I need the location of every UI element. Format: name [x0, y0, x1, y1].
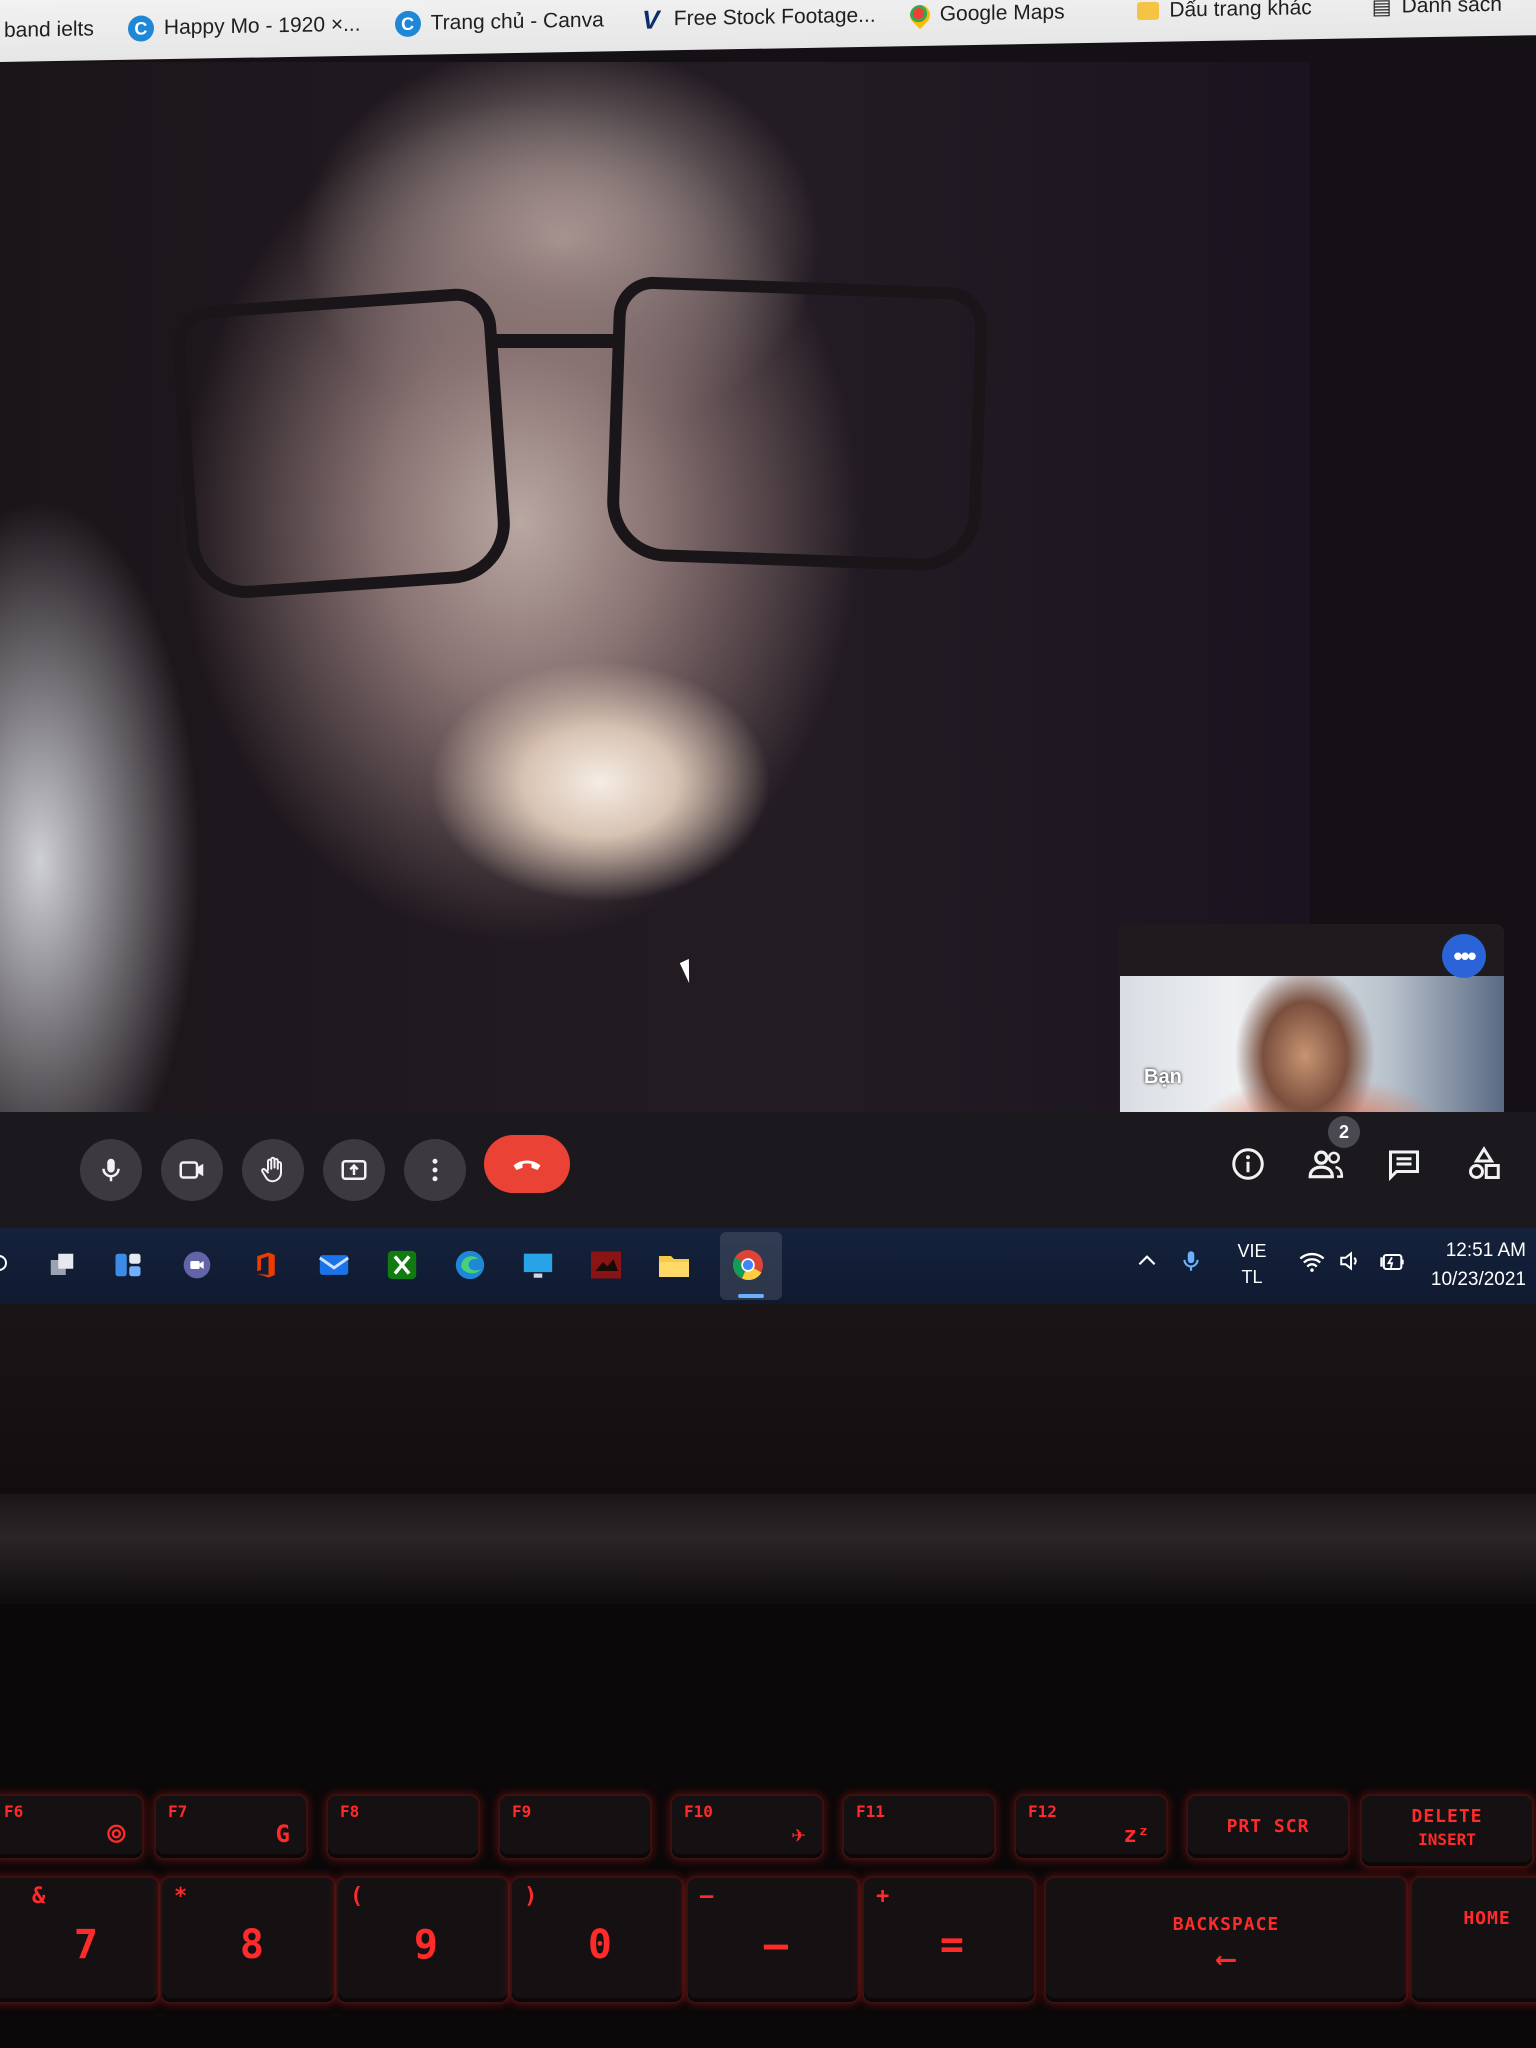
participants-count-badge: 2	[1328, 1116, 1360, 1148]
webcam-icon: ⦾	[106, 1820, 126, 1848]
google-maps-icon	[905, 0, 934, 30]
key-backspace[interactable]: BACKSPACE ⟵	[1044, 1876, 1408, 2004]
mic-icon	[102, 1158, 120, 1182]
microphone-in-use-icon[interactable]	[1178, 1248, 1204, 1280]
key-equals[interactable]: + =	[862, 1876, 1036, 2004]
bookmark-google-maps[interactable]: Google Maps	[905, 0, 1065, 30]
people-icon	[1308, 1150, 1344, 1179]
sleep-icon: zᶻ	[1123, 1823, 1151, 1848]
bookmark-band-ielts[interactable]: band ielts	[4, 17, 94, 43]
chat-icon	[1389, 1150, 1419, 1182]
canva-icon: C	[127, 15, 154, 42]
system-clock[interactable]: 12:51 AM 10/23/2021	[1431, 1236, 1526, 1294]
laptop-hinge	[0, 1494, 1536, 1604]
mic-button[interactable]	[80, 1139, 142, 1201]
key-f11[interactable]: F11	[842, 1794, 996, 1860]
laptop-screen: band ielts C Happy Mo - 1920 ×... C Tran…	[0, 0, 1536, 1310]
end-call-button[interactable]	[484, 1135, 570, 1193]
laptop-keyboard-deck: F6 ⦾ F7 G F8 F9 F10 ✈ F11 F12 zᶻ PRT SCR…	[0, 1604, 1536, 2048]
self-view-name: Bạn	[1144, 1066, 1182, 1088]
bookmark-other-folder[interactable]: Dấu trang khác	[1137, 0, 1312, 23]
mouse-cursor-icon	[679, 958, 699, 984]
videvo-icon: V	[642, 3, 660, 35]
wifi-icon[interactable]	[1298, 1248, 1326, 1282]
xbox-icon[interactable]	[380, 1243, 424, 1287]
key-home[interactable]: HOME	[1410, 1876, 1536, 2004]
key-9[interactable]: ( 9	[336, 1876, 510, 2004]
file-explorer-icon[interactable]	[652, 1243, 696, 1287]
video-content	[490, 334, 620, 348]
mail-icon[interactable]	[312, 1243, 356, 1287]
key-f7[interactable]: F7 G	[154, 1794, 308, 1860]
input-language-indicator[interactable]: VIE TL	[1232, 1238, 1272, 1290]
key-f10[interactable]: F10 ✈	[670, 1794, 824, 1860]
active-app-indicator	[738, 1294, 764, 1298]
camera-icon	[179, 1161, 204, 1179]
key-7[interactable]: & 7	[0, 1876, 160, 2004]
bookmarks-bar: band ielts C Happy Mo - 1920 ×... C Tran…	[0, 0, 1536, 63]
main-participant-video	[0, 62, 1310, 1112]
chrome-icon[interactable]	[726, 1243, 770, 1287]
key-delete-insert[interactable]: DELETE INSERT	[1360, 1794, 1534, 1868]
raise-hand-icon	[261, 1156, 282, 1183]
chat-button[interactable]	[1382, 1142, 1426, 1186]
more-options-button[interactable]	[404, 1139, 466, 1201]
key-8[interactable]: * 8	[160, 1876, 336, 2004]
battery-charging-icon[interactable]	[1378, 1248, 1406, 1282]
more-vert-icon	[432, 1158, 438, 1182]
laptop-bezel	[0, 1304, 1536, 1494]
teams-chat-icon[interactable]	[175, 1243, 219, 1287]
meeting-video-area: Bạn •••	[0, 62, 1504, 1136]
video-content	[605, 275, 989, 573]
meet-control-bar	[0, 1112, 1536, 1228]
widgets-icon[interactable]	[106, 1243, 150, 1287]
self-view-tile[interactable]: Bạn •••	[1118, 924, 1504, 1136]
key-f12[interactable]: F12 zᶻ	[1014, 1794, 1168, 1860]
key-f8[interactable]: F8	[326, 1794, 480, 1860]
key-f9[interactable]: F9	[498, 1794, 652, 1860]
task-view-icon[interactable]	[40, 1243, 84, 1287]
activities-icon	[1469, 1146, 1500, 1179]
bookmark-free-stock-footage[interactable]: V Free Stock Footage...	[638, 3, 876, 35]
game-mode-icon: G	[275, 1820, 290, 1848]
show-hidden-icons-chevron-icon[interactable]	[1134, 1248, 1160, 1280]
key-0[interactable]: ) 0	[510, 1876, 684, 2004]
self-view-more-icon[interactable]: •••	[1442, 934, 1486, 978]
game-app-icon[interactable]	[584, 1243, 628, 1287]
bookmark-happy-mo[interactable]: C Happy Mo - 1920 ×...	[127, 12, 361, 42]
search-icon[interactable]	[0, 1243, 16, 1287]
meeting-details-button[interactable]	[1226, 1142, 1270, 1186]
edge-icon[interactable]	[448, 1243, 492, 1287]
remote-desktop-icon[interactable]	[516, 1243, 560, 1287]
video-content	[170, 286, 514, 602]
present-icon	[341, 1160, 367, 1180]
folder-icon	[1137, 1, 1160, 21]
key-minus[interactable]: — –	[686, 1876, 860, 2004]
bookmark-canva-home[interactable]: C Trang chủ - Canva	[394, 7, 604, 38]
activities-button[interactable]	[1462, 1142, 1506, 1186]
raise-hand-button[interactable]	[242, 1139, 304, 1201]
windows-taskbar: VIE TL 12:51 AM 10/23/2021	[0, 1228, 1536, 1304]
camera-button[interactable]	[161, 1139, 223, 1201]
reading-list-icon: ▤	[1371, 0, 1392, 19]
people-button[interactable]	[1304, 1142, 1348, 1186]
info-icon	[1232, 1148, 1264, 1180]
end-call-icon	[513, 1160, 541, 1170]
canva-icon: C	[394, 10, 421, 38]
key-print-screen[interactable]: PRT SCR	[1186, 1794, 1350, 1860]
reading-list[interactable]: ▤ Danh sách	[1372, 0, 1502, 20]
present-button[interactable]	[323, 1139, 385, 1201]
airplane-mode-icon: ✈	[791, 1820, 806, 1848]
office-icon[interactable]	[244, 1243, 288, 1287]
volume-icon[interactable]	[1338, 1248, 1364, 1280]
key-f6[interactable]: F6 ⦾	[0, 1794, 144, 1860]
